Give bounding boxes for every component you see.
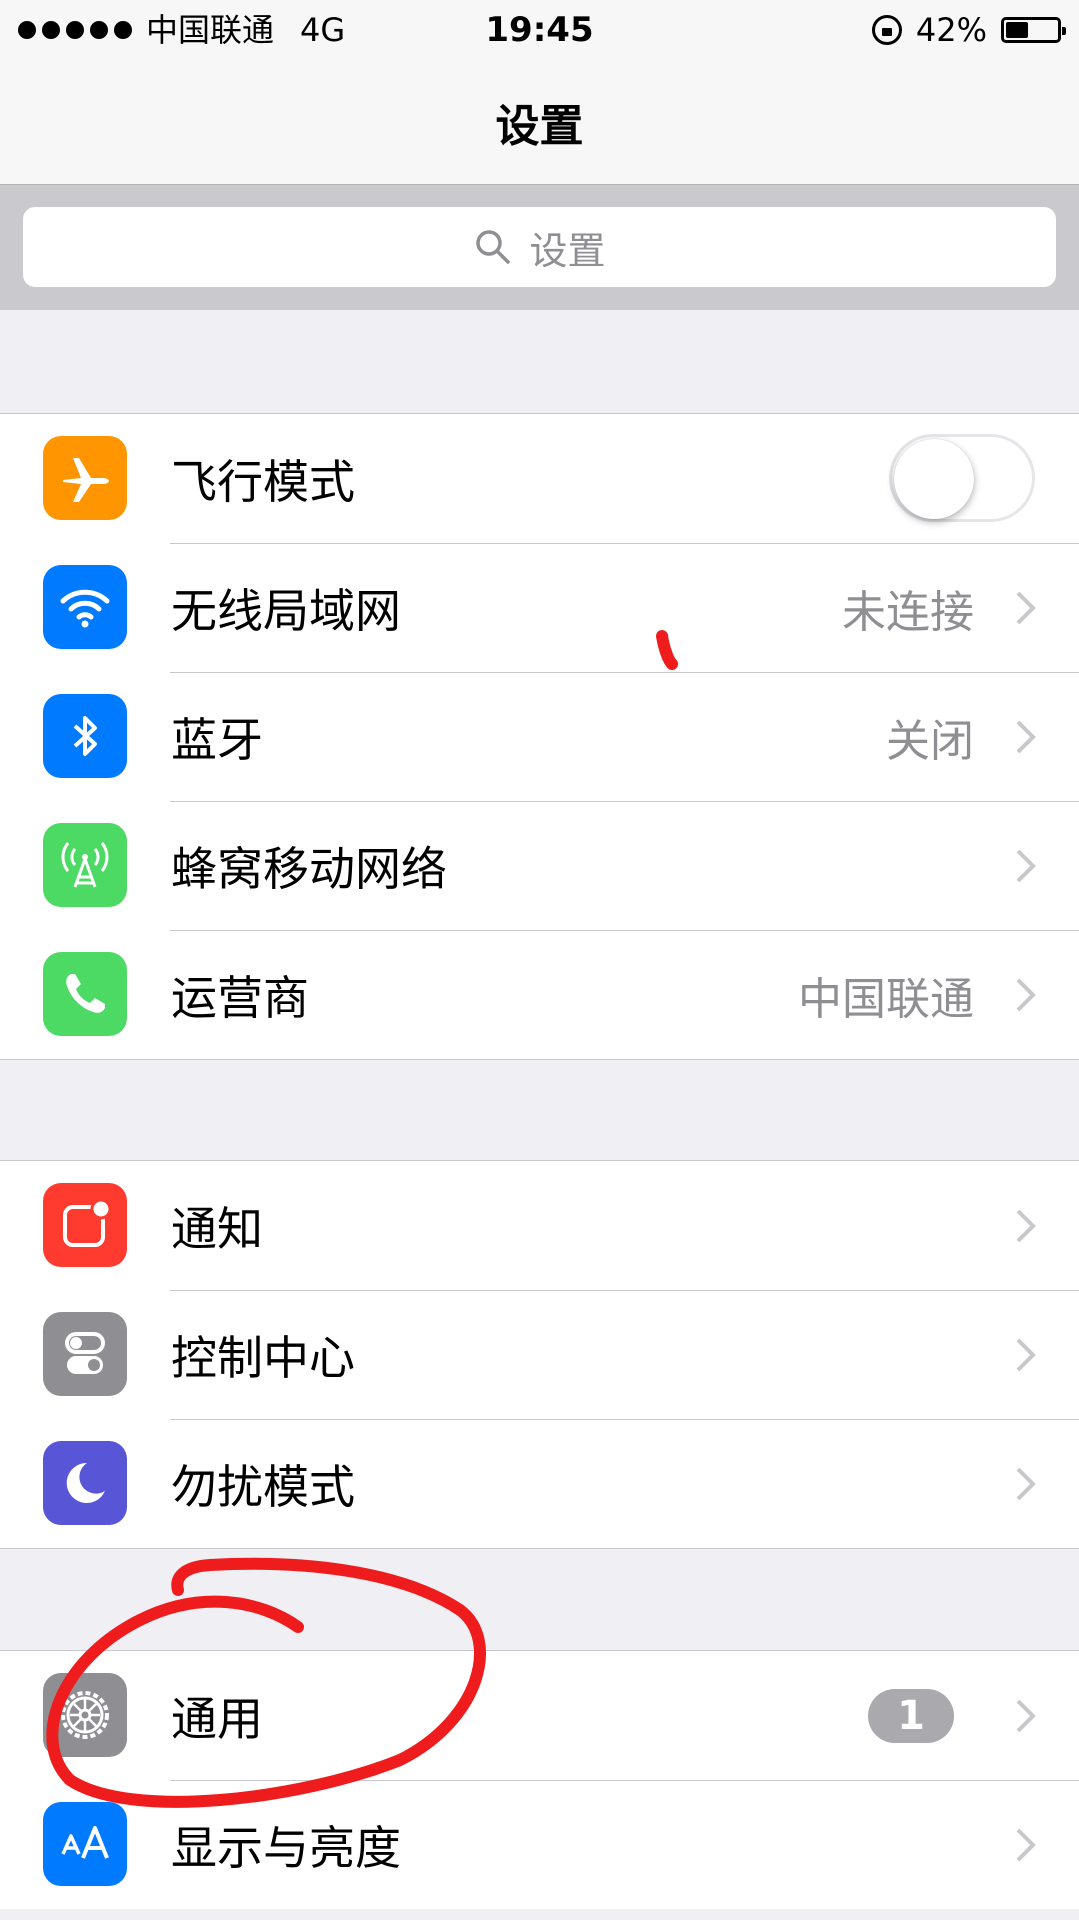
rotation-lock-icon [871,15,902,45]
row-cellular[interactable]: 蜂窝移动网络 [0,801,1079,930]
search-area: 设置 [0,185,1079,310]
row-label: 运营商 [171,970,309,1025]
row-label: 无线局域网 [171,583,401,638]
chevron-right-icon [1016,1699,1036,1733]
chevron-right-icon [1016,849,1036,883]
row-detail: 中国联通 [798,973,974,1025]
settings-group-general: 通用 1 显示与亮度 [0,1650,1079,1909]
status-bar-right: 42% [871,0,1066,60]
row-label: 蜂窝移动网络 [171,841,447,896]
row-carrier[interactable]: 运营商 中国联通 [0,930,1079,1059]
chevron-right-icon [1016,591,1036,625]
text-size-icon [43,1802,127,1886]
search-icon [473,227,513,267]
search-input[interactable]: 设置 [23,207,1056,287]
row-notifications[interactable]: 通知 [0,1161,1079,1290]
chevron-right-icon [1016,720,1036,754]
row-label: 勿扰模式 [171,1459,355,1514]
row-label: 飞行模式 [171,454,355,509]
row-detail: 关闭 [886,715,974,767]
row-display-brightness[interactable]: 显示与亮度 [0,1780,1079,1909]
update-badge: 1 [868,1689,954,1743]
settings-group-connectivity: 飞行模式 无线局域网 未连接 蓝牙 关闭 蜂窝移动网络 运营商 中国联通 [0,413,1079,1060]
row-label: 控制中心 [171,1330,355,1385]
notifications-icon [43,1183,127,1267]
row-airplane-mode: 飞行模式 [0,414,1079,543]
chevron-right-icon [1016,978,1036,1012]
row-label: 蓝牙 [171,712,263,767]
chevron-right-icon [1016,1467,1036,1501]
row-label: 通知 [171,1201,263,1256]
moon-icon [43,1441,127,1525]
chevron-right-icon [1016,1338,1036,1372]
page-title: 设置 [495,101,584,152]
status-bar: 中国联通 4G 19:45 42% [0,0,1079,60]
battery-icon [1001,17,1066,43]
battery-fill [1006,22,1028,38]
gear-icon [43,1673,127,1757]
row-general[interactable]: 通用 1 [0,1651,1079,1780]
chevron-right-icon [1016,1209,1036,1243]
phone-icon [43,952,127,1036]
row-control-center[interactable]: 控制中心 [0,1290,1079,1419]
cellular-icon [43,823,127,907]
navigation-bar: 设置 [0,60,1079,185]
row-wifi[interactable]: 无线局域网 未连接 [0,543,1079,672]
wifi-icon [43,565,127,649]
row-label: 通用 [171,1691,263,1746]
settings-group-system: 通知 控制中心 勿扰模式 [0,1160,1079,1549]
row-do-not-disturb[interactable]: 勿扰模式 [0,1419,1079,1548]
battery-percent: 42% [915,11,987,49]
airplane-mode-toggle[interactable] [889,434,1035,522]
airplane-icon [43,436,127,520]
bluetooth-icon [43,694,127,778]
row-label: 显示与亮度 [171,1820,401,1875]
control-center-icon [43,1312,127,1396]
search-placeholder: 设置 [529,228,606,273]
toggle-knob [894,439,974,519]
chevron-right-icon [1016,1828,1036,1862]
row-bluetooth[interactable]: 蓝牙 关闭 [0,672,1079,801]
row-detail: 未连接 [842,586,974,638]
